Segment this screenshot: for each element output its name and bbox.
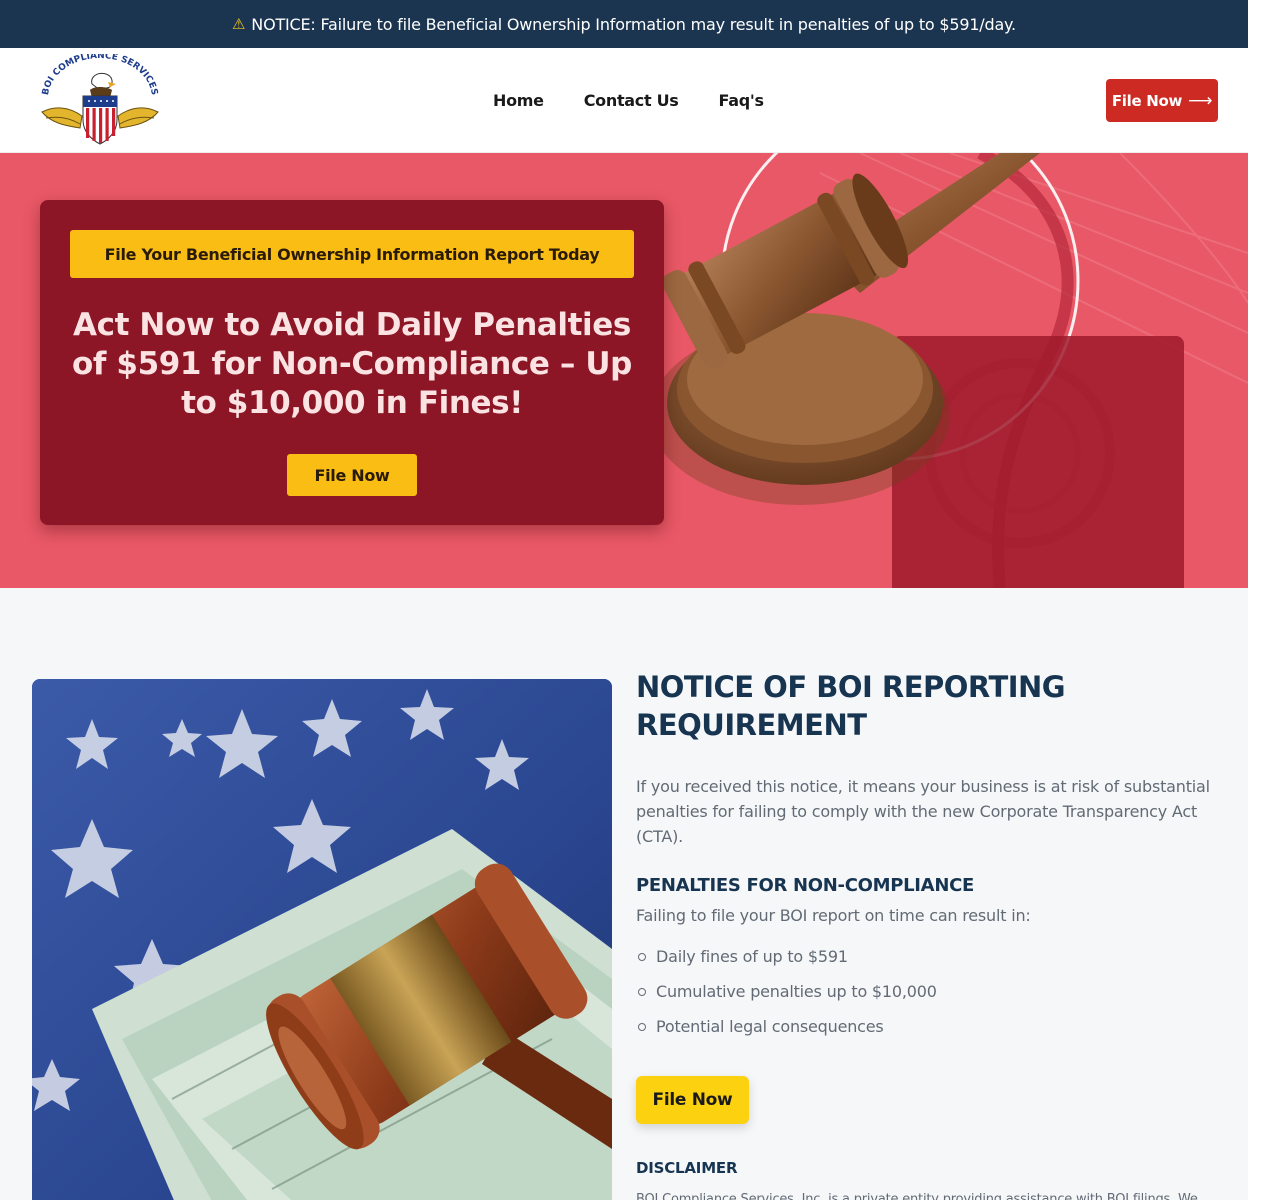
main-nav: Home Contact Us Faq's — [493, 48, 764, 153]
list-item: Potential legal consequences — [636, 1009, 1226, 1044]
notice-content: NOTICE OF BOI REPORTING REQUIREMENT If y… — [636, 668, 1226, 1200]
disclaimer-title: DISCLAIMER — [636, 1159, 738, 1177]
file-now-button[interactable]: File Now — [636, 1076, 749, 1124]
eagle-shield-logo[interactable]: BOI COMPLIANCE SERVICES — [34, 51, 166, 146]
nav-faqs[interactable]: Faq's — [719, 91, 764, 110]
flag-gavel-money-image — [32, 679, 612, 1200]
page: ⚠ NOTICE: Failure to file Beneficial Own… — [0, 0, 1248, 1200]
list-item: Daily fines of up to $591 — [636, 939, 1226, 974]
section-title: NOTICE OF BOI REPORTING REQUIREMENT — [636, 670, 1066, 742]
header-file-now-button[interactable]: File Now ⟶ — [1106, 79, 1218, 122]
hero-title: Act Now to Avoid Daily Penalties of $591… — [72, 307, 632, 421]
site-header: BOI COMPLIANCE SERVICES Home Contact Us … — [0, 48, 1248, 153]
penalties-title: PENALTIES FOR NON-COMPLIANCE — [636, 875, 974, 896]
disclaimer-text: BOI Compliance Services, Inc. is a priva… — [636, 1192, 1198, 1200]
warning-icon: ⚠ — [232, 15, 246, 33]
hero-pill-banner: File Your Beneficial Ownership Informati… — [70, 230, 634, 278]
hero-section: File Your Beneficial Ownership Informati… — [0, 153, 1248, 588]
list-item: Cumulative penalties up to $10,000 — [636, 974, 1226, 1009]
notice-bar: ⚠ NOTICE: Failure to file Beneficial Own… — [0, 0, 1248, 48]
header-file-now-label: File Now — [1111, 91, 1183, 110]
notice-text: NOTICE: Failure to file Beneficial Owner… — [251, 14, 1016, 34]
hero-file-now-button[interactable]: File Now — [287, 454, 417, 496]
arrow-right-icon: ⟶ — [1188, 90, 1213, 111]
hero-card: File Your Beneficial Ownership Informati… — [40, 200, 664, 525]
penalties-lead: Failing to file your BOI report on time … — [636, 906, 1031, 925]
nav-contact-us[interactable]: Contact Us — [584, 91, 679, 110]
intro-paragraph: If you received this notice, it means yo… — [636, 777, 1210, 846]
penalties-list: Daily fines of up to $591 Cumulative pen… — [636, 939, 1226, 1044]
boi-notice-section: NOTICE OF BOI REPORTING REQUIREMENT If y… — [0, 588, 1248, 1200]
nav-home[interactable]: Home — [493, 91, 544, 110]
